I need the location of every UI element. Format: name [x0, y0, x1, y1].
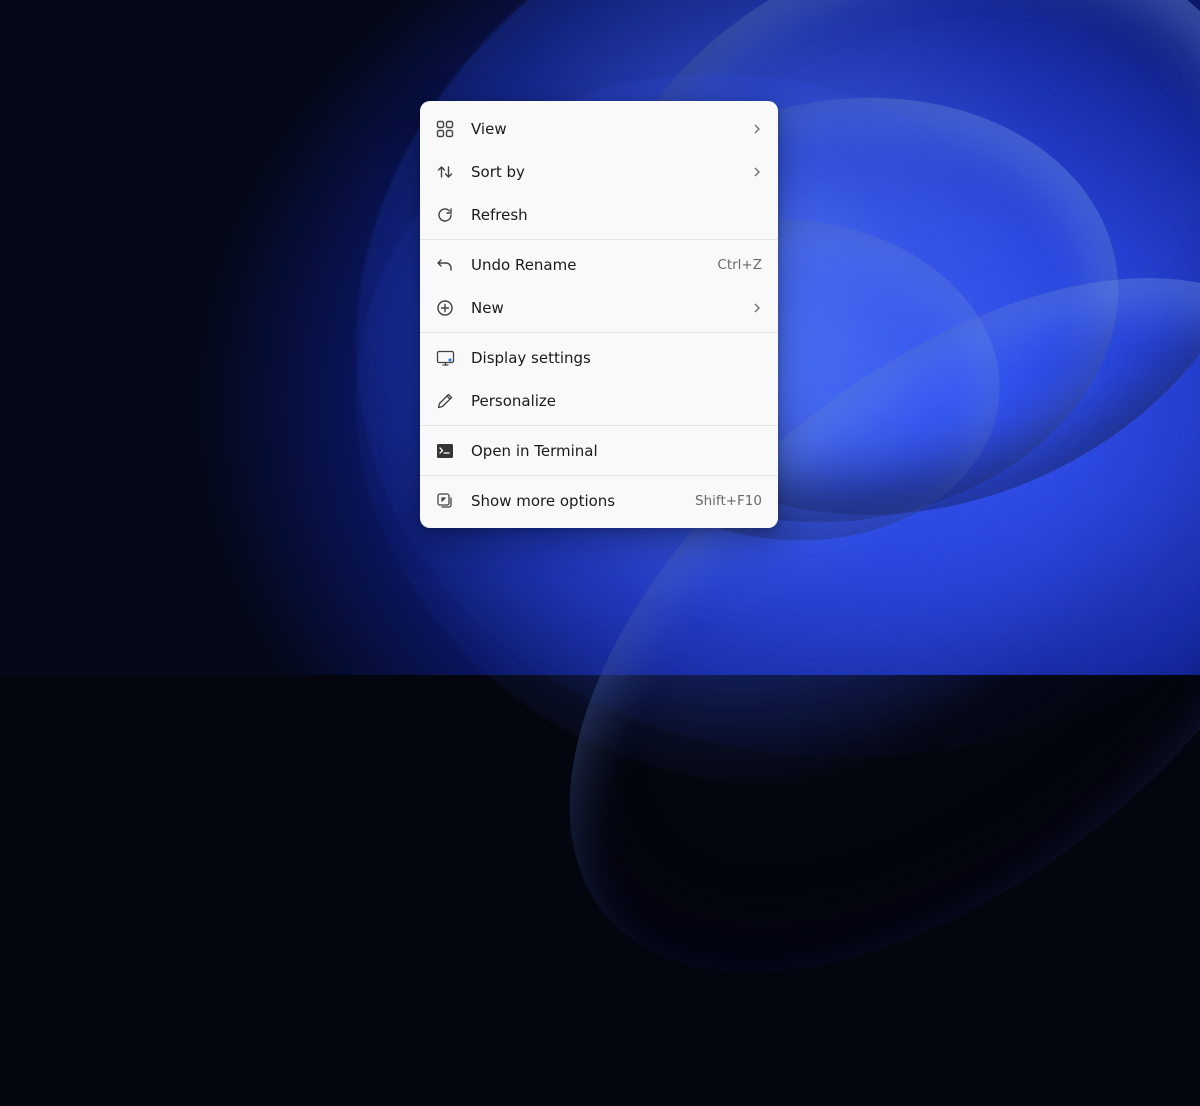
menu-label: Personalize [471, 392, 762, 410]
menu-item-personalize[interactable]: Personalize [420, 379, 778, 422]
menu-label: Sort by [471, 163, 742, 181]
menu-label: Show more options [471, 492, 685, 510]
menu-label: View [471, 120, 742, 138]
refresh-icon [434, 204, 456, 226]
menu-divider [420, 425, 778, 426]
menu-label: Open in Terminal [471, 442, 762, 460]
menu-divider [420, 332, 778, 333]
menu-divider [420, 475, 778, 476]
chevron-right-icon [752, 124, 762, 134]
menu-label: Display settings [471, 349, 762, 367]
menu-label: Undo Rename [471, 256, 707, 274]
menu-label: Refresh [471, 206, 762, 224]
menu-item-undo-rename[interactable]: Undo Rename Ctrl+Z [420, 243, 778, 286]
menu-shortcut: Shift+F10 [695, 493, 762, 509]
menu-shortcut: Ctrl+Z [717, 257, 762, 273]
sort-icon [434, 161, 456, 183]
terminal-icon [434, 440, 456, 462]
chevron-right-icon [752, 303, 762, 313]
menu-label: New [471, 299, 742, 317]
menu-item-new[interactable]: New [420, 286, 778, 329]
desktop-context-menu: View Sort by Refresh [420, 101, 778, 528]
menu-item-show-more-options[interactable]: Show more options Shift+F10 [420, 479, 778, 522]
menu-item-display-settings[interactable]: Display settings [420, 336, 778, 379]
menu-item-sort-by[interactable]: Sort by [420, 150, 778, 193]
menu-divider [420, 239, 778, 240]
view-icon [434, 118, 456, 140]
menu-item-view[interactable]: View [420, 107, 778, 150]
display-settings-icon [434, 347, 456, 369]
menu-item-refresh[interactable]: Refresh [420, 193, 778, 236]
undo-icon [434, 254, 456, 276]
more-options-icon [434, 490, 456, 512]
personalize-icon [434, 390, 456, 412]
new-icon [434, 297, 456, 319]
menu-item-open-terminal[interactable]: Open in Terminal [420, 429, 778, 472]
chevron-right-icon [752, 167, 762, 177]
